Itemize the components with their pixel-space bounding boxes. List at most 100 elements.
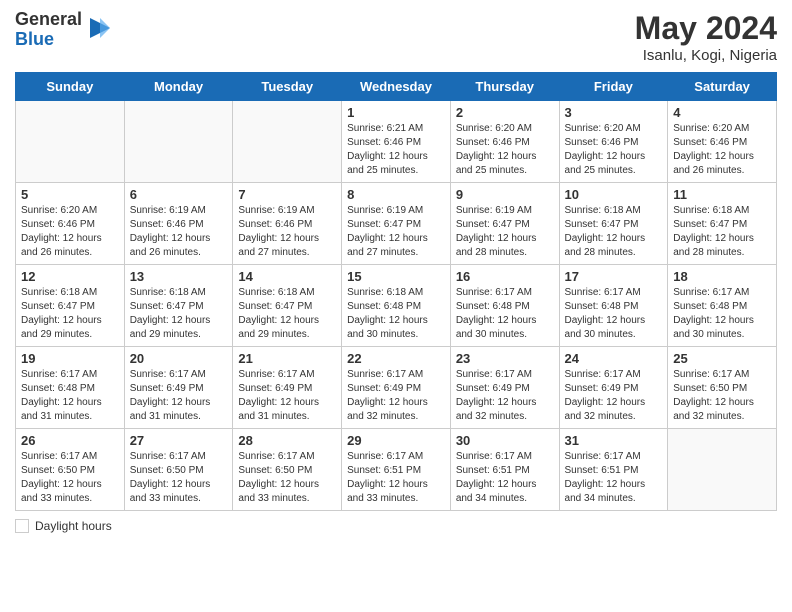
calendar-cell: 4 Sunrise: 6:20 AM Sunset: 6:46 PM Daylig… [668, 101, 777, 183]
day-info: Sunrise: 6:18 AM Sunset: 6:47 PM Dayligh… [21, 286, 119, 342]
day-info: Sunrise: 6:20 AM Sunset: 6:46 PM Dayligh… [456, 122, 554, 178]
day-info: Sunrise: 6:17 AM Sunset: 6:48 PM Dayligh… [456, 286, 554, 342]
logo: General Blue [15, 10, 114, 50]
day-number: 12 [21, 269, 119, 284]
calendar-cell: 25Sunrise: 6:17 AM Sunset: 6:50 PM Dayli… [668, 347, 777, 429]
day-info: Sunrise: 6:17 AM Sunset: 6:48 PM Dayligh… [673, 286, 771, 342]
day-number: 20 [130, 351, 228, 366]
day-number: 27 [130, 433, 228, 448]
footer: Daylight hours [15, 519, 777, 533]
day-info: Sunrise: 6:19 AM Sunset: 6:46 PM Dayligh… [130, 204, 228, 260]
calendar-cell: 13 Sunrise: 6:18 AM Sunset: 6:47 PM Dayli… [124, 265, 233, 347]
day-number: 4 [673, 105, 771, 120]
calendar-cell: 12 Sunrise: 6:18 AM Sunset: 6:47 PM Dayli… [16, 265, 125, 347]
day-info: Sunrise: 6:17 AM Sunset: 6:50 PM Dayligh… [238, 450, 336, 506]
day-info: Sunrise: 6:18 AM Sunset: 6:47 PM Dayligh… [130, 286, 228, 342]
day-info: Sunrise: 6:17 AM Sunset: 6:49 PM Dayligh… [565, 368, 663, 424]
calendar-cell: 23 Sunrise: 6:17 AM Sunset: 6:49 PM Dayli… [450, 347, 559, 429]
day-info: Sunrise: 6:19 AM Sunset: 6:47 PM Dayligh… [456, 204, 554, 260]
day-info: Sunrise: 6:17 AM Sunset: 6:50 PM Dayligh… [130, 450, 228, 506]
month-year-title: May 2024 [635, 10, 777, 47]
calendar-cell: 6Sunrise: 6:19 AM Sunset: 6:46 PM Daylig… [124, 183, 233, 265]
day-number: 24 [565, 351, 663, 366]
calendar-cell: 19 Sunrise: 6:17 AM Sunset: 6:48 PM Dayli… [16, 347, 125, 429]
calendar-week-row: 5Sunrise: 6:20 AM Sunset: 6:46 PM Daylig… [16, 183, 777, 265]
calendar-cell: 8Sunrise: 6:19 AM Sunset: 6:47 PM Daylig… [342, 183, 451, 265]
logo-text: General Blue [15, 10, 82, 50]
day-info: Sunrise: 6:20 AM Sunset: 6:46 PM Dayligh… [21, 204, 119, 260]
calendar-cell [124, 101, 233, 183]
day-number: 19 [21, 351, 119, 366]
daylight-box-icon [15, 519, 29, 533]
calendar-cell: 22 Sunrise: 6:17 AM Sunset: 6:49 PM Dayli… [342, 347, 451, 429]
day-info: Sunrise: 6:17 AM Sunset: 6:48 PM Dayligh… [565, 286, 663, 342]
day-number: 11 [673, 187, 771, 202]
day-number: 13 [130, 269, 228, 284]
calendar-cell: 18 Sunrise: 6:17 AM Sunset: 6:48 PM Dayli… [668, 265, 777, 347]
col-header-tuesday: Tuesday [233, 73, 342, 101]
day-number: 28 [238, 433, 336, 448]
day-info: Sunrise: 6:17 AM Sunset: 6:49 PM Dayligh… [130, 368, 228, 424]
calendar-header-row: SundayMondayTuesdayWednesdayThursdayFrid… [16, 73, 777, 101]
calendar-cell: 31Sunrise: 6:17 AM Sunset: 6:51 PM Dayli… [559, 429, 668, 511]
day-info: Sunrise: 6:17 AM Sunset: 6:51 PM Dayligh… [456, 450, 554, 506]
day-number: 21 [238, 351, 336, 366]
calendar-cell [233, 101, 342, 183]
day-number: 7 [238, 187, 336, 202]
day-number: 10 [565, 187, 663, 202]
day-info: Sunrise: 6:21 AM Sunset: 6:46 PM Dayligh… [347, 122, 445, 178]
day-info: Sunrise: 6:17 AM Sunset: 6:49 PM Dayligh… [238, 368, 336, 424]
logo-icon [86, 14, 114, 42]
day-number: 15 [347, 269, 445, 284]
calendar-cell: 27 Sunrise: 6:17 AM Sunset: 6:50 PM Dayli… [124, 429, 233, 511]
col-header-saturday: Saturday [668, 73, 777, 101]
calendar-cell: 1 Sunrise: 6:21 AM Sunset: 6:46 PM Daylig… [342, 101, 451, 183]
calendar-cell: 9 Sunrise: 6:19 AM Sunset: 6:47 PM Daylig… [450, 183, 559, 265]
day-info: Sunrise: 6:20 AM Sunset: 6:46 PM Dayligh… [673, 122, 771, 178]
logo-blue: Blue [15, 30, 82, 50]
calendar-week-row: 1 Sunrise: 6:21 AM Sunset: 6:46 PM Daylig… [16, 101, 777, 183]
day-info: Sunrise: 6:20 AM Sunset: 6:46 PM Dayligh… [565, 122, 663, 178]
col-header-wednesday: Wednesday [342, 73, 451, 101]
day-info: Sunrise: 6:18 AM Sunset: 6:47 PM Dayligh… [565, 204, 663, 260]
day-info: Sunrise: 6:18 AM Sunset: 6:47 PM Dayligh… [238, 286, 336, 342]
calendar-cell: 15 Sunrise: 6:18 AM Sunset: 6:48 PM Dayli… [342, 265, 451, 347]
day-number: 18 [673, 269, 771, 284]
calendar-cell: 30Sunrise: 6:17 AM Sunset: 6:51 PM Dayli… [450, 429, 559, 511]
calendar-week-row: 19 Sunrise: 6:17 AM Sunset: 6:48 PM Dayli… [16, 347, 777, 429]
title-block: May 2024 Isanlu, Kogi, Nigeria [635, 10, 777, 64]
calendar-cell: 17Sunrise: 6:17 AM Sunset: 6:48 PM Dayli… [559, 265, 668, 347]
day-number: 22 [347, 351, 445, 366]
calendar-cell: 14Sunrise: 6:18 AM Sunset: 6:47 PM Dayli… [233, 265, 342, 347]
day-number: 1 [347, 105, 445, 120]
calendar-cell: 26Sunrise: 6:17 AM Sunset: 6:50 PM Dayli… [16, 429, 125, 511]
calendar-cell: 24 Sunrise: 6:17 AM Sunset: 6:49 PM Dayli… [559, 347, 668, 429]
calendar-cell: 29Sunrise: 6:17 AM Sunset: 6:51 PM Dayli… [342, 429, 451, 511]
day-number: 9 [456, 187, 554, 202]
calendar-cell [16, 101, 125, 183]
day-number: 3 [565, 105, 663, 120]
day-number: 2 [456, 105, 554, 120]
day-info: Sunrise: 6:17 AM Sunset: 6:49 PM Dayligh… [347, 368, 445, 424]
calendar-cell: 3 Sunrise: 6:20 AM Sunset: 6:46 PM Daylig… [559, 101, 668, 183]
day-info: Sunrise: 6:19 AM Sunset: 6:47 PM Dayligh… [347, 204, 445, 260]
calendar-cell: 28 Sunrise: 6:17 AM Sunset: 6:50 PM Dayli… [233, 429, 342, 511]
calendar-week-row: 26Sunrise: 6:17 AM Sunset: 6:50 PM Dayli… [16, 429, 777, 511]
day-number: 31 [565, 433, 663, 448]
location-label: Isanlu, Kogi, Nigeria [635, 47, 777, 64]
day-info: Sunrise: 6:17 AM Sunset: 6:48 PM Dayligh… [21, 368, 119, 424]
calendar-cell: 5Sunrise: 6:20 AM Sunset: 6:46 PM Daylig… [16, 183, 125, 265]
calendar-week-row: 12 Sunrise: 6:18 AM Sunset: 6:47 PM Dayli… [16, 265, 777, 347]
day-info: Sunrise: 6:18 AM Sunset: 6:47 PM Dayligh… [673, 204, 771, 260]
day-info: Sunrise: 6:17 AM Sunset: 6:51 PM Dayligh… [347, 450, 445, 506]
page: General Blue May 2024 Isanlu, Kogi, Nige… [0, 0, 792, 548]
day-info: Sunrise: 6:18 AM Sunset: 6:48 PM Dayligh… [347, 286, 445, 342]
day-number: 16 [456, 269, 554, 284]
col-header-monday: Monday [124, 73, 233, 101]
day-number: 25 [673, 351, 771, 366]
calendar-cell: 16 Sunrise: 6:17 AM Sunset: 6:48 PM Dayli… [450, 265, 559, 347]
day-number: 23 [456, 351, 554, 366]
calendar-cell: 21 Sunrise: 6:17 AM Sunset: 6:49 PM Dayli… [233, 347, 342, 429]
day-info: Sunrise: 6:19 AM Sunset: 6:46 PM Dayligh… [238, 204, 336, 260]
day-info: Sunrise: 6:17 AM Sunset: 6:49 PM Dayligh… [456, 368, 554, 424]
